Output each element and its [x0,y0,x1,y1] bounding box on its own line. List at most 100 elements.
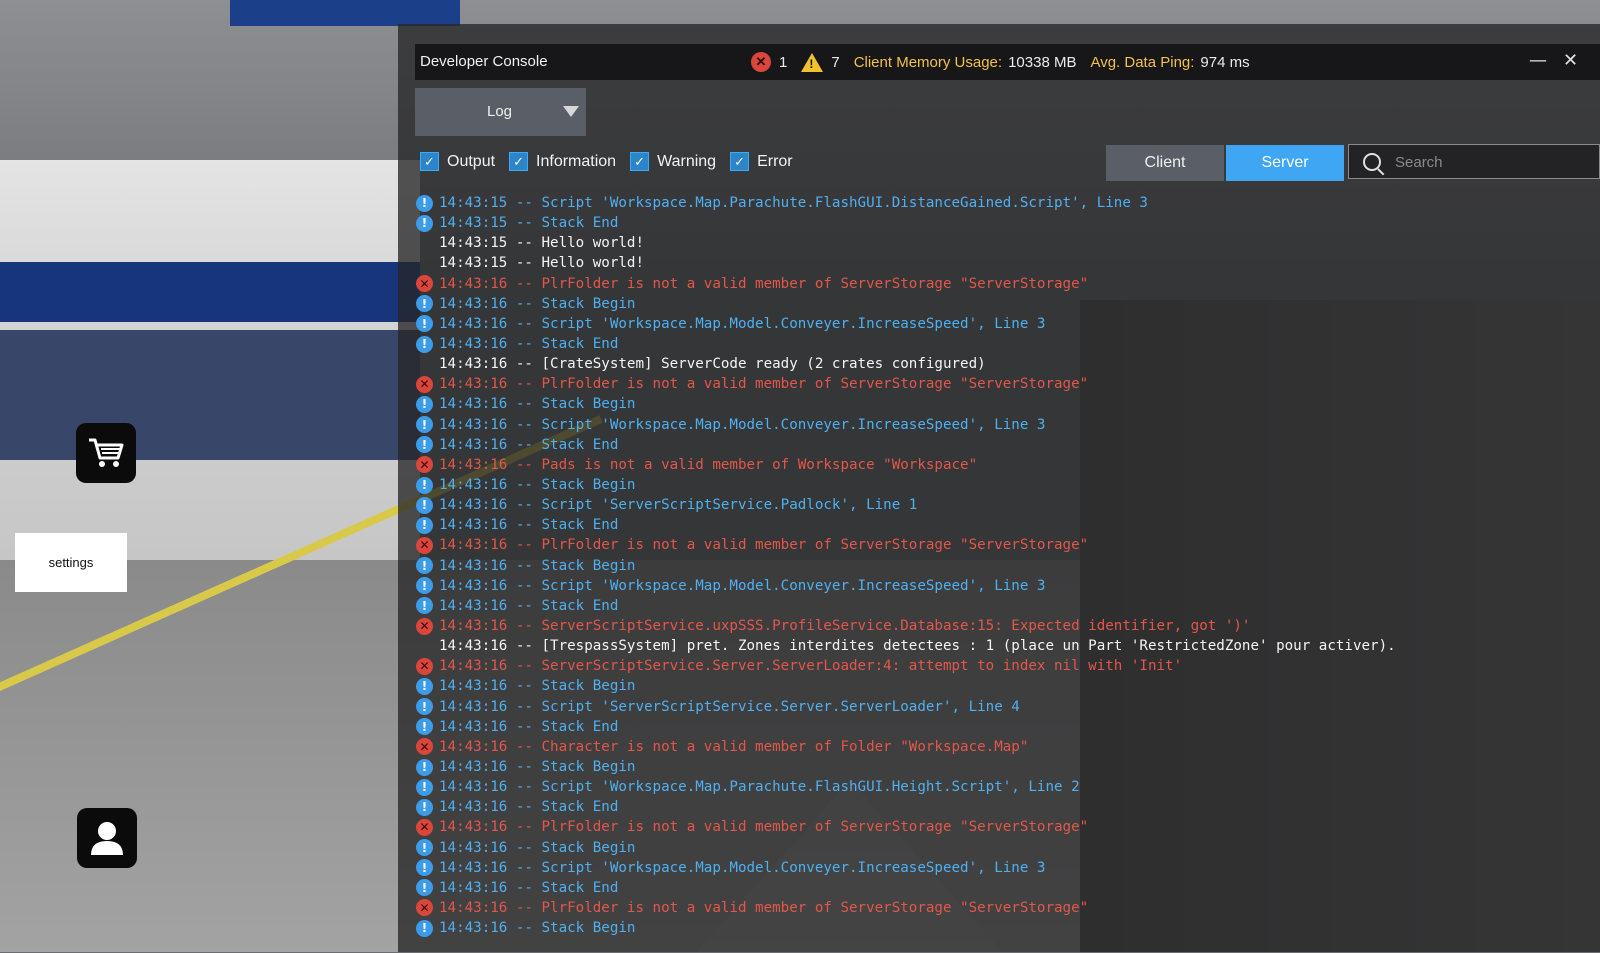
info-icon: ! [416,597,433,615]
log-type-dropdown[interactable]: Log [415,88,586,136]
log-text: 14:43:16 -- Stack Begin [439,678,636,695]
log-text: 14:43:16 -- Stack End [439,517,619,534]
console-titlebar[interactable]: Developer Console ✕ 1 ! 7 Client Memory … [415,44,1600,80]
info-icon: ! [416,919,433,937]
log-line: ✕ 14:43:16 -- PlrFolder is not a valid me… [416,817,1596,837]
log-text: 14:43:16 -- Stack Begin [439,839,636,856]
checkbox-information[interactable]: ✓ [509,152,529,171]
log-line: ✕ 14:43:16 -- ServerScriptService.uxpSSS.… [416,616,1596,636]
info-icon: ! [416,718,433,736]
log-text: 14:43:16 -- Script 'Workspace.Map.Model.… [439,859,1046,876]
shop-cart-button[interactable] [76,423,136,483]
output-spacer [416,255,433,272]
info-icon: ! [416,476,433,494]
log-text: 14:43:16 -- Stack End [439,597,619,614]
error-icon: ✕ [416,375,433,393]
info-icon: ! [416,335,433,353]
log-line: ! 14:43:16 -- Stack End [416,717,1596,737]
info-icon: ! [416,577,433,595]
log-text: 14:43:16 -- Stack End [439,799,619,816]
info-icon: ! [416,677,433,695]
error-icon: ✕ [416,657,433,675]
output-spacer [416,638,433,655]
log-text: 14:43:16 -- [TrespassSystem] pret. Zones… [439,638,1396,655]
output-spacer [416,356,433,373]
log-text: 14:43:16 -- Stack Begin [439,920,636,937]
log-line: ! 14:43:16 -- Stack End [416,435,1596,455]
info-icon: ! [416,436,433,454]
info-icon: ! [416,798,433,816]
log-text: 14:43:15 -- Hello world! [439,235,644,252]
wall-stripe [0,262,420,322]
search-icon [1363,153,1381,171]
error-icon: ✕ [416,617,433,635]
log-text: 14:43:16 -- Script 'ServerScriptService.… [439,698,1020,715]
log-line: ! 14:43:16 -- Script 'ServerScriptService… [416,697,1596,717]
log-text: 14:43:16 -- PlrFolder is not a valid mem… [439,376,1089,393]
close-button[interactable]: ✕ [1563,50,1578,71]
console-stats: ✕ 1 ! 7 Client Memory Usage: 10338 MB Av… [751,52,1250,72]
log-text: 14:43:15 -- Script 'Workspace.Map.Parach… [439,195,1148,212]
error-icon: ✕ [416,899,433,917]
error-count-icon: ✕ [751,52,771,72]
filter-warning-label: Warning [657,152,717,170]
log-text: 14:43:16 -- Stack Begin [439,557,636,574]
search-input[interactable] [1393,149,1597,176]
checkbox-error[interactable]: ✓ [730,152,750,171]
minimize-button[interactable]: — [1529,50,1547,71]
log-line: 14:43:15 -- Hello world! [416,253,1596,273]
log-line: ! 14:43:16 -- Stack Begin [416,676,1596,696]
search-box[interactable] [1348,144,1600,179]
log-text: 14:43:16 -- Pads is not a valid member o… [439,456,978,473]
log-line: ! 14:43:16 -- Script 'Workspace.Map.Model… [416,576,1596,596]
client-tab[interactable]: Client [1106,145,1224,181]
info-icon: ! [416,214,433,232]
error-icon: ✕ [416,275,433,293]
log-line: ! 14:43:15 -- Stack End [416,213,1596,233]
error-icon: ✕ [416,536,433,554]
log-text: 14:43:15 -- Stack End [439,215,619,232]
log-line: 14:43:15 -- Hello world! [416,233,1596,253]
ceiling-beam [230,0,460,26]
log-text: 14:43:16 -- Script 'ServerScriptService.… [439,497,918,514]
log-text: 14:43:16 -- Script 'Workspace.Map.Parach… [439,779,1080,796]
error-icon: ✕ [416,738,433,756]
log-text: 14:43:16 -- ServerScriptService.uxpSSS.P… [439,618,1251,635]
warning-count: 7 [831,53,840,71]
wall-panel [0,330,420,460]
log-output[interactable]: ! 14:43:15 -- Script 'Workspace.Map.Parac… [416,193,1596,953]
filter-warning[interactable]: ✓ Warning [630,152,716,171]
filter-output[interactable]: ✓ Output [420,152,495,171]
filter-error-label: Error [757,152,793,170]
console-title: Developer Console [420,53,548,70]
log-text: 14:43:16 -- Stack End [439,718,619,735]
log-line: ✕ 14:43:16 -- PlrFolder is not a valid me… [416,535,1596,555]
log-line: ! 14:43:16 -- Stack End [416,797,1596,817]
chevron-down-icon [563,106,579,117]
filter-information[interactable]: ✓ Information [509,152,616,171]
checkbox-output[interactable]: ✓ [420,152,439,171]
log-line: 14:43:16 -- [CrateSystem] ServerCode rea… [416,354,1596,374]
settings-button[interactable]: settings [15,533,127,592]
checkbox-warning[interactable]: ✓ [630,152,650,171]
error-icon: ✕ [416,456,433,474]
profile-button[interactable] [77,808,137,868]
info-icon: ! [416,516,433,534]
filter-error[interactable]: ✓ Error [730,152,793,171]
log-line: ! 14:43:16 -- Stack End [416,878,1596,898]
log-text: 14:43:16 -- Character is not a valid mem… [439,738,1029,755]
info-icon: ! [416,758,433,776]
log-line: ! 14:43:16 -- Stack Begin [416,294,1596,314]
log-line: ! 14:43:16 -- Stack End [416,515,1596,535]
server-tab[interactable]: Server [1226,145,1344,181]
log-text: 14:43:16 -- Stack End [439,879,619,896]
log-filters: ✓ Output ✓ Information ✓ Warning ✓ Error [420,152,807,171]
log-line: ! 14:43:16 -- Script 'Workspace.Map.Model… [416,858,1596,878]
log-line: ✕ 14:43:16 -- ServerScriptService.Server.… [416,656,1596,676]
memory-value: 10338 MB [1008,53,1077,71]
log-text: 14:43:15 -- Hello world! [439,255,644,272]
log-line: ✕ 14:43:16 -- PlrFolder is not a valid me… [416,374,1596,394]
log-line: ! 14:43:16 -- Stack Begin [416,918,1596,938]
log-text: 14:43:16 -- Stack Begin [439,295,636,312]
filter-information-label: Information [536,152,617,170]
